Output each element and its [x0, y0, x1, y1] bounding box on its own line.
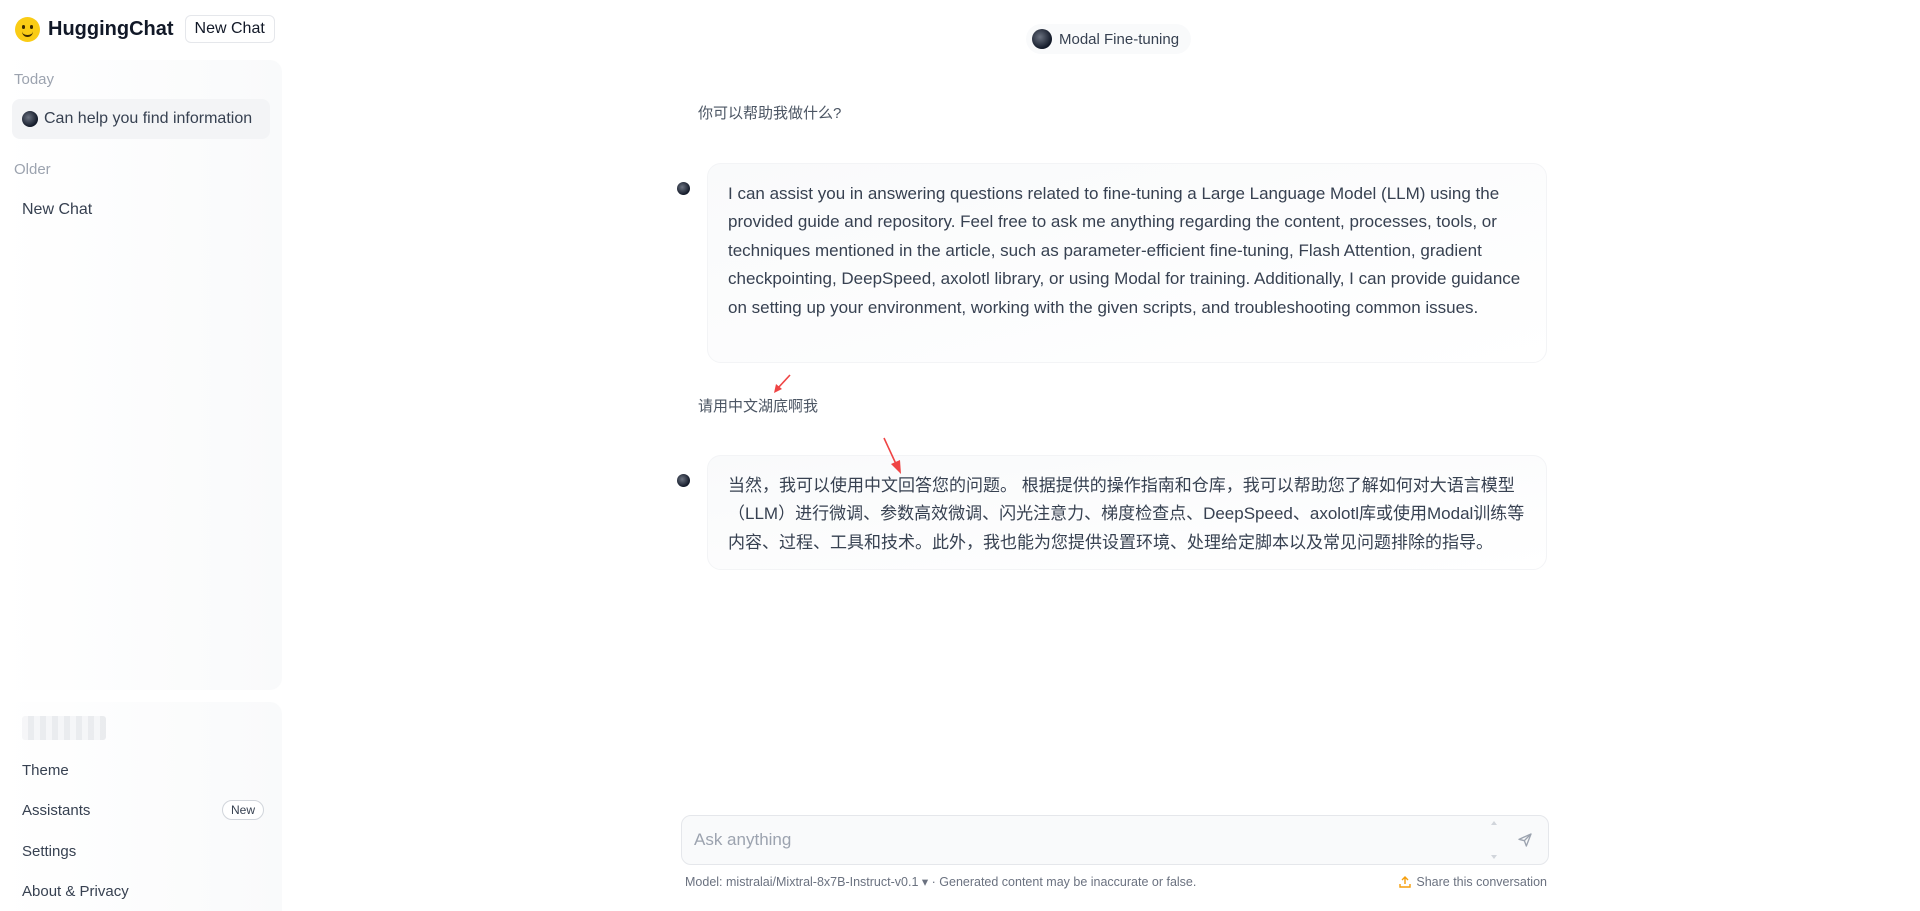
user-message: 请用中文湖底啊我	[698, 398, 819, 415]
conversation-list	[0, 60, 282, 690]
settings-label: Settings	[22, 842, 77, 860]
annotation-arrow-icon	[883, 437, 901, 474]
assistant-name: Modal Fine-tuning	[1059, 30, 1180, 48]
group-label-older: Older	[14, 161, 51, 178]
assistants-link[interactable]: Assistants New	[22, 796, 264, 824]
sidebar: HuggingChat New Chat Today Can help you …	[0, 0, 290, 911]
message-composer	[681, 815, 1549, 865]
paper-plane-icon	[1518, 833, 1532, 847]
user-avatar[interactable]	[22, 716, 106, 740]
assistant-avatar-icon	[677, 182, 690, 195]
new-badge: New	[221, 800, 264, 820]
theme-button[interactable]: Theme	[22, 756, 264, 784]
assistants-label: Assistants	[22, 801, 91, 819]
group-label-today: Today	[14, 71, 55, 88]
textarea-resize-icon	[1491, 821, 1497, 859]
assistant-avatar-icon	[677, 474, 690, 487]
assistant-message: I can assist you in answering questions …	[707, 163, 1547, 363]
model-info: Model: mistralai/Mixtral-8x7B-Instruct-v…	[685, 874, 1196, 889]
assistant-avatar-icon	[22, 111, 38, 127]
new-chat-button[interactable]: New Chat	[184, 15, 275, 43]
composer-footer: Model: mistralai/Mixtral-8x7B-Instruct-v…	[685, 874, 1547, 890]
brand-name[interactable]: HuggingChat	[48, 18, 174, 41]
caret-down-icon: ▾	[918, 875, 929, 889]
share-conversation-button[interactable]: Share this conversation	[1399, 874, 1547, 889]
hugging-face-logo-icon[interactable]	[15, 16, 40, 42]
conversation-item[interactable]: New Chat	[12, 190, 270, 230]
assistant-message: 当然，我可以使用中文回答您的问题。 根据提供的操作指南和仓库，我可以帮助您了解如…	[707, 455, 1547, 570]
upload-icon	[1399, 875, 1412, 888]
assistant-avatar-icon	[1032, 29, 1052, 49]
assistant-pill[interactable]: Modal Fine-tuning	[1026, 24, 1192, 54]
send-button[interactable]	[1516, 831, 1534, 849]
conversation-title: Can help you find information	[44, 110, 253, 127]
model-prefix: Model:	[685, 875, 726, 889]
about-privacy-link[interactable]: About & Privacy	[22, 877, 264, 905]
model-selector-link[interactable]: mistralai/Mixtral-8x7B-Instruct-v0.1	[726, 875, 918, 889]
settings-link[interactable]: Settings	[22, 837, 264, 865]
chat-input[interactable]	[694, 816, 1474, 864]
user-message: 你可以帮助我做什么?	[698, 105, 842, 122]
brand-row: HuggingChat New Chat	[15, 14, 275, 44]
annotation-arrow-icon	[774, 374, 791, 393]
theme-label: Theme	[22, 761, 69, 779]
disclaimer: · Generated content may be inaccurate or…	[928, 875, 1197, 889]
share-label: Share this conversation	[1416, 874, 1547, 889]
conversation-title: New Chat	[22, 201, 93, 218]
about-privacy-label: About & Privacy	[22, 882, 129, 900]
conversation-item-active[interactable]: Can help you find information	[12, 99, 270, 139]
